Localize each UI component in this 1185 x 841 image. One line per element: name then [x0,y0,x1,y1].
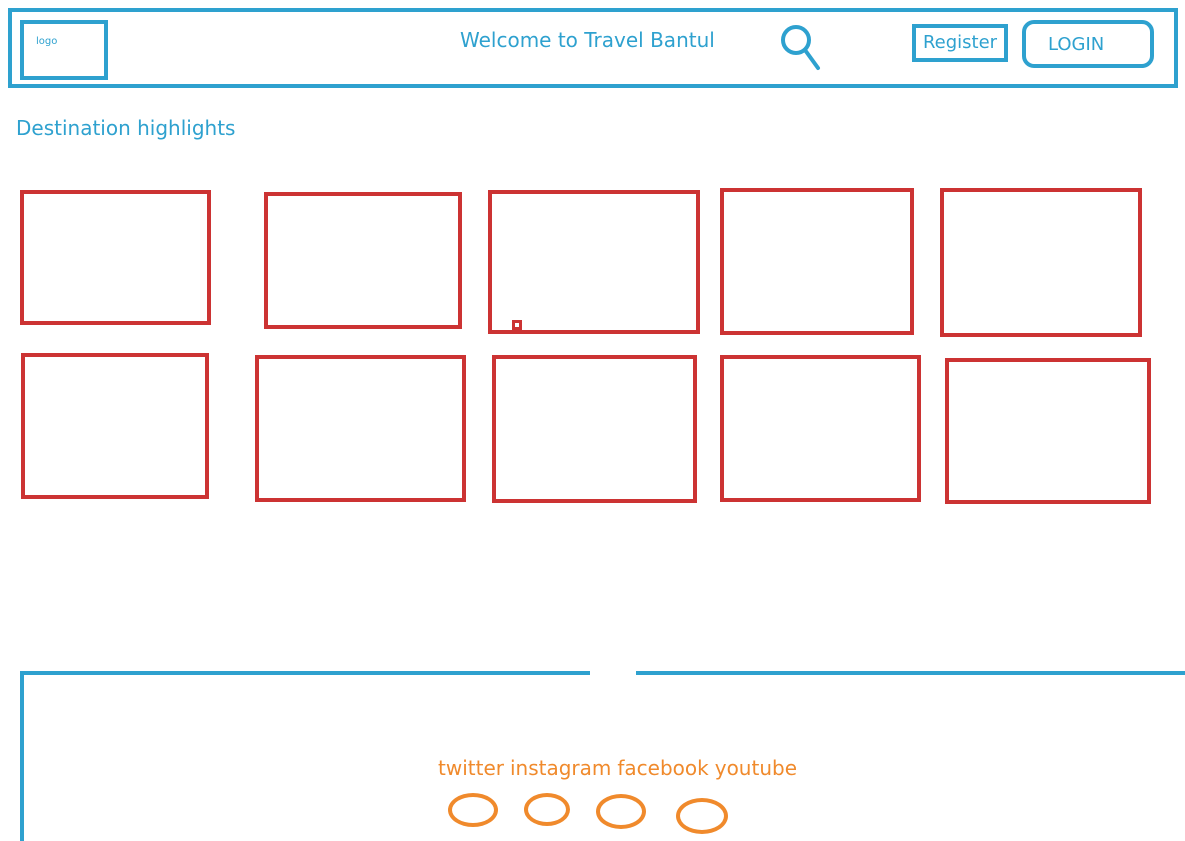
destination-card[interactable] [720,355,921,502]
register-button[interactable]: Register [912,24,1008,62]
footer-gap [590,668,636,676]
destination-card[interactable] [21,353,209,499]
destination-card[interactable] [264,192,462,329]
instagram-label[interactable]: instagram [510,756,611,780]
youtube-icon[interactable] [676,798,728,834]
twitter-label[interactable]: twitter [438,756,504,780]
page-title: Welcome to Travel Bantul [460,28,715,52]
facebook-label[interactable]: facebook [617,756,708,780]
destination-card[interactable] [20,190,211,325]
youtube-label[interactable]: youtube [715,756,797,780]
facebook-icon[interactable] [596,794,646,829]
destination-card[interactable] [945,358,1151,504]
social-links-text: twitter instagram facebook youtube [438,756,803,780]
destination-card[interactable] [720,188,914,335]
marker-dot [512,320,522,330]
destination-card[interactable] [488,190,700,334]
login-button[interactable]: LOGIN [1022,20,1154,68]
twitter-icon[interactable] [448,793,498,827]
section-title: Destination highlights [16,116,236,140]
search-icon[interactable] [776,20,824,72]
destination-card[interactable] [492,355,697,503]
logo[interactable]: logo [20,20,108,80]
instagram-icon[interactable] [524,793,570,826]
destination-card[interactable] [255,355,466,502]
logo-label: logo [36,36,58,47]
destination-card[interactable] [940,188,1142,337]
